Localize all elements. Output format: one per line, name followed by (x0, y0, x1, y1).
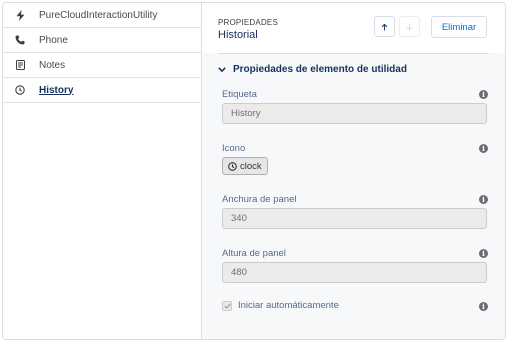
page-title: Historial (218, 29, 258, 41)
sidebar-item-label: PureCloudInteractionUtility (39, 9, 158, 21)
arrow-down-icon (406, 23, 413, 30)
sidebar-item-history[interactable]: History (3, 78, 201, 103)
checkmark-icon (223, 302, 231, 309)
utility-items-sidebar: PureCloudInteractionUtility Phone Notes … (3, 3, 202, 339)
checkbox[interactable] (222, 300, 232, 311)
info-icon[interactable]: i (479, 90, 488, 99)
icon-picker[interactable]: clock (222, 157, 268, 175)
phone-icon (14, 34, 26, 46)
sidebar-item-phone[interactable]: Phone (3, 28, 201, 53)
properties-eyebrow: PROPIEDADES (218, 18, 278, 27)
sidebar-item-label: Notes (39, 59, 66, 71)
properties-header: PROPIEDADES Historial Eliminar (202, 3, 505, 53)
properties-panel: PROPIEDADES Historial Eliminar Propiedad… (202, 3, 505, 339)
note-icon (14, 59, 26, 71)
move-down-button[interactable] (399, 16, 420, 37)
section-toggle[interactable]: Propiedades de elemento de utilidad (218, 64, 407, 75)
label-input[interactable]: History (222, 103, 487, 124)
info-icon[interactable]: i (479, 195, 488, 204)
panel-width-input[interactable]: 340 (222, 208, 487, 229)
chevron-down-icon (218, 66, 226, 73)
panel-width-label: Anchura de panel (222, 194, 297, 205)
sidebar-item-label: Phone (39, 34, 68, 46)
delete-button[interactable]: Eliminar (431, 16, 487, 38)
clock-icon (228, 161, 237, 171)
panel-height-label: Altura de panel (222, 248, 286, 259)
sidebar-item-purecloud[interactable]: PureCloudInteractionUtility (3, 3, 201, 28)
clock-icon (14, 84, 26, 96)
label-field-label: Etiqueta (222, 89, 257, 100)
info-icon[interactable]: i (479, 144, 488, 153)
sidebar-item-notes[interactable]: Notes (3, 53, 201, 78)
sidebar-item-label: History (39, 84, 74, 96)
autostart-checkbox[interactable]: Iniciar automáticamente (222, 300, 339, 311)
lightning-icon (14, 9, 26, 21)
move-up-button[interactable] (374, 16, 395, 37)
icon-picker-value: clock (240, 160, 262, 172)
section-title: Propiedades de elemento de utilidad (233, 64, 407, 75)
icon-field-label: Icono (222, 143, 246, 154)
autostart-label: Iniciar automáticamente (238, 300, 339, 311)
info-icon[interactable]: i (479, 302, 488, 311)
header-divider (218, 53, 489, 54)
utility-items-editor: PureCloudInteractionUtility Phone Notes … (2, 2, 506, 340)
info-icon[interactable]: i (479, 249, 488, 258)
panel-height-input[interactable]: 480 (222, 262, 487, 283)
arrow-up-icon (381, 23, 388, 30)
